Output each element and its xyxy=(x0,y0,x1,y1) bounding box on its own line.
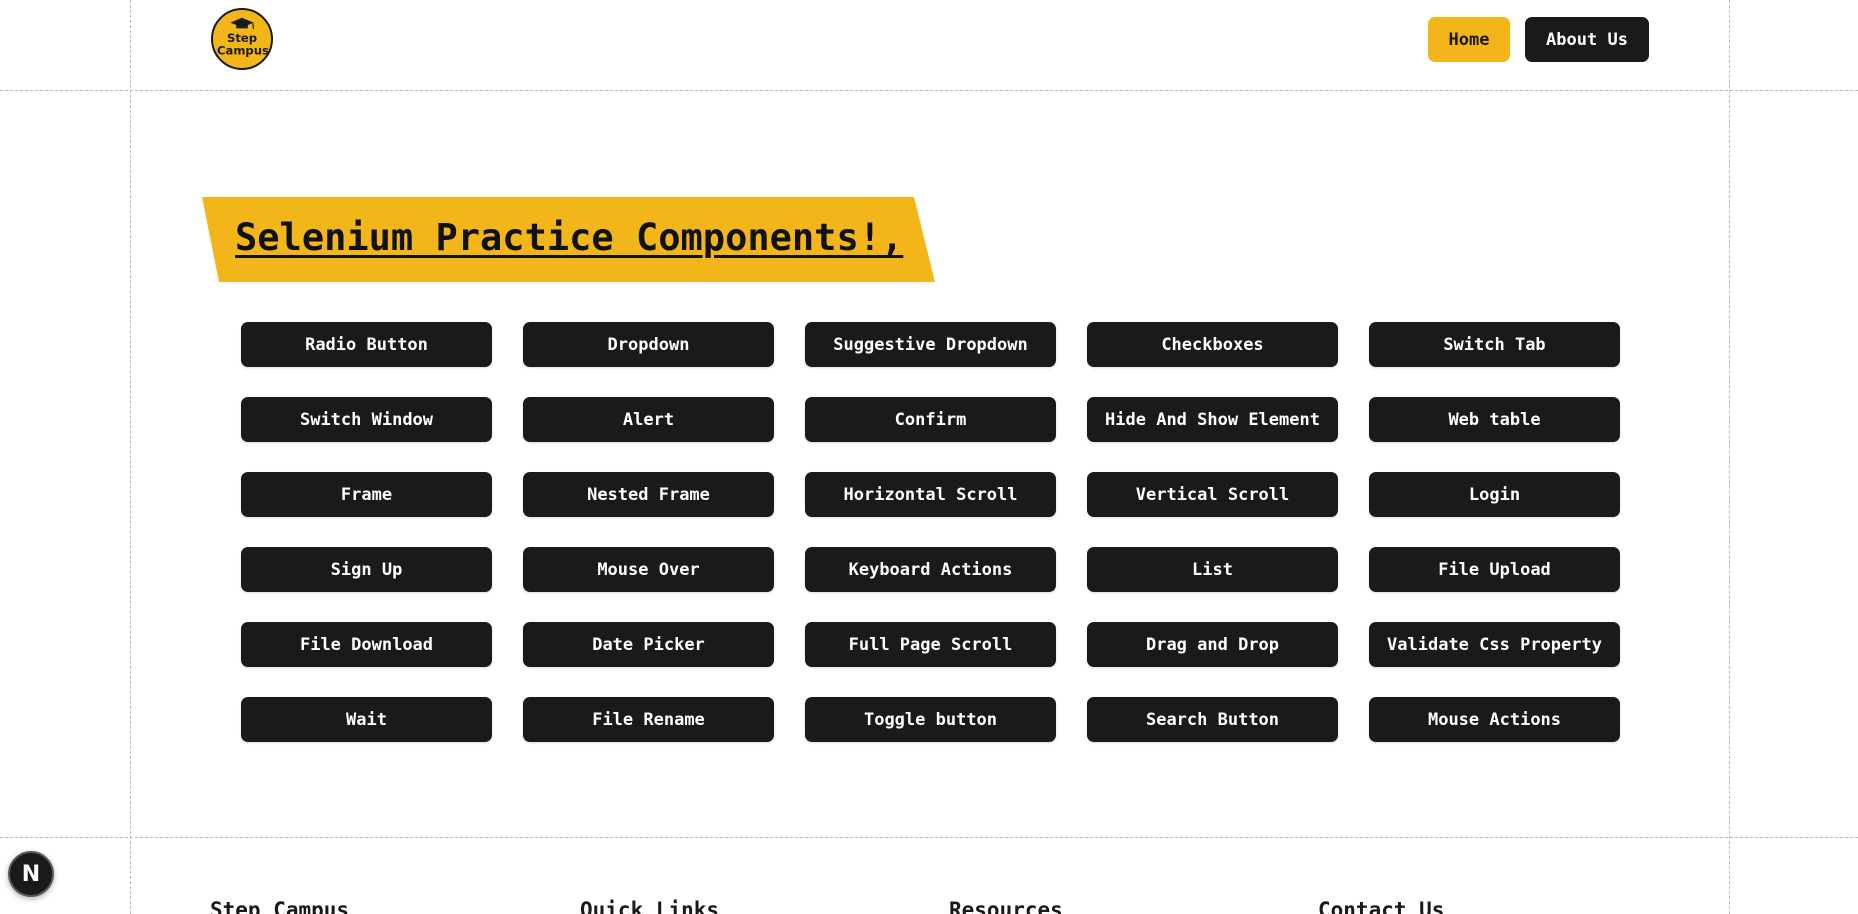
component-button-dropdown[interactable]: Dropdown xyxy=(523,322,774,367)
component-button-web-table[interactable]: Web table xyxy=(1369,397,1620,442)
component-button-vertical-scroll[interactable]: Vertical Scroll xyxy=(1087,472,1338,517)
nav-about-us-button[interactable]: About Us xyxy=(1525,17,1649,62)
component-button-switch-window[interactable]: Switch Window xyxy=(241,397,492,442)
component-button-search-button[interactable]: Search Button xyxy=(1087,697,1338,742)
component-button-mouse-over[interactable]: Mouse Over xyxy=(523,547,774,592)
svg-text:Campus: Campus xyxy=(217,43,269,57)
component-button-alert[interactable]: Alert xyxy=(523,397,774,442)
footer-divider xyxy=(0,837,1858,838)
component-button-login[interactable]: Login xyxy=(1369,472,1620,517)
nav-home-button[interactable]: Home xyxy=(1428,17,1510,62)
component-button-file-rename[interactable]: File Rename xyxy=(523,697,774,742)
component-button-file-upload[interactable]: File Upload xyxy=(1369,547,1620,592)
component-button-mouse-actions[interactable]: Mouse Actions xyxy=(1369,697,1620,742)
component-button-list[interactable]: List xyxy=(1087,547,1338,592)
component-button-checkboxes[interactable]: Checkboxes xyxy=(1087,322,1338,367)
component-button-file-download[interactable]: File Download xyxy=(241,622,492,667)
guide-line-right xyxy=(1729,0,1730,914)
page: Step Campus Home About Us Selenium Pract… xyxy=(0,0,1858,914)
component-button-sign-up[interactable]: Sign Up xyxy=(241,547,492,592)
footer-heading-step-campus: Step Campus xyxy=(210,898,350,914)
component-button-keyboard-actions[interactable]: Keyboard Actions xyxy=(805,547,1056,592)
component-button-frame[interactable]: Frame xyxy=(241,472,492,517)
nextjs-n-icon: N xyxy=(21,861,41,887)
component-button-full-page-scroll[interactable]: Full Page Scroll xyxy=(805,622,1056,667)
step-campus-logo[interactable]: Step Campus xyxy=(211,8,273,70)
footer-heading-contact-us: Contact Us xyxy=(1318,898,1445,914)
guide-line-left xyxy=(130,0,131,914)
component-button-switch-tab[interactable]: Switch Tab xyxy=(1369,322,1620,367)
component-button-suggestive-dropdown[interactable]: Suggestive Dropdown xyxy=(805,322,1056,367)
component-button-date-picker[interactable]: Date Picker xyxy=(523,622,774,667)
header-divider xyxy=(0,90,1858,91)
component-button-toggle-button[interactable]: Toggle button xyxy=(805,697,1056,742)
page-title: Selenium Practice Components!, xyxy=(235,216,904,259)
component-button-horizontal-scroll[interactable]: Horizontal Scroll xyxy=(805,472,1056,517)
footer-heading-quick-links: Quick Links xyxy=(580,898,720,914)
component-button-wait[interactable]: Wait xyxy=(241,697,492,742)
component-button-validate-css-property[interactable]: Validate Css Property xyxy=(1369,622,1620,667)
components-grid: Radio Button Dropdown Suggestive Dropdow… xyxy=(241,322,1620,742)
component-button-nested-frame[interactable]: Nested Frame xyxy=(523,472,774,517)
component-button-drag-and-drop[interactable]: Drag and Drop xyxy=(1087,622,1338,667)
logo-graphic: Step Campus xyxy=(217,17,269,57)
component-button-confirm[interactable]: Confirm xyxy=(805,397,1056,442)
nextjs-dev-badge[interactable]: N xyxy=(8,851,54,897)
footer-heading-resources: Resources xyxy=(949,898,1063,914)
component-button-hide-and-show-element[interactable]: Hide And Show Element xyxy=(1087,397,1338,442)
component-button-radio-button[interactable]: Radio Button xyxy=(241,322,492,367)
